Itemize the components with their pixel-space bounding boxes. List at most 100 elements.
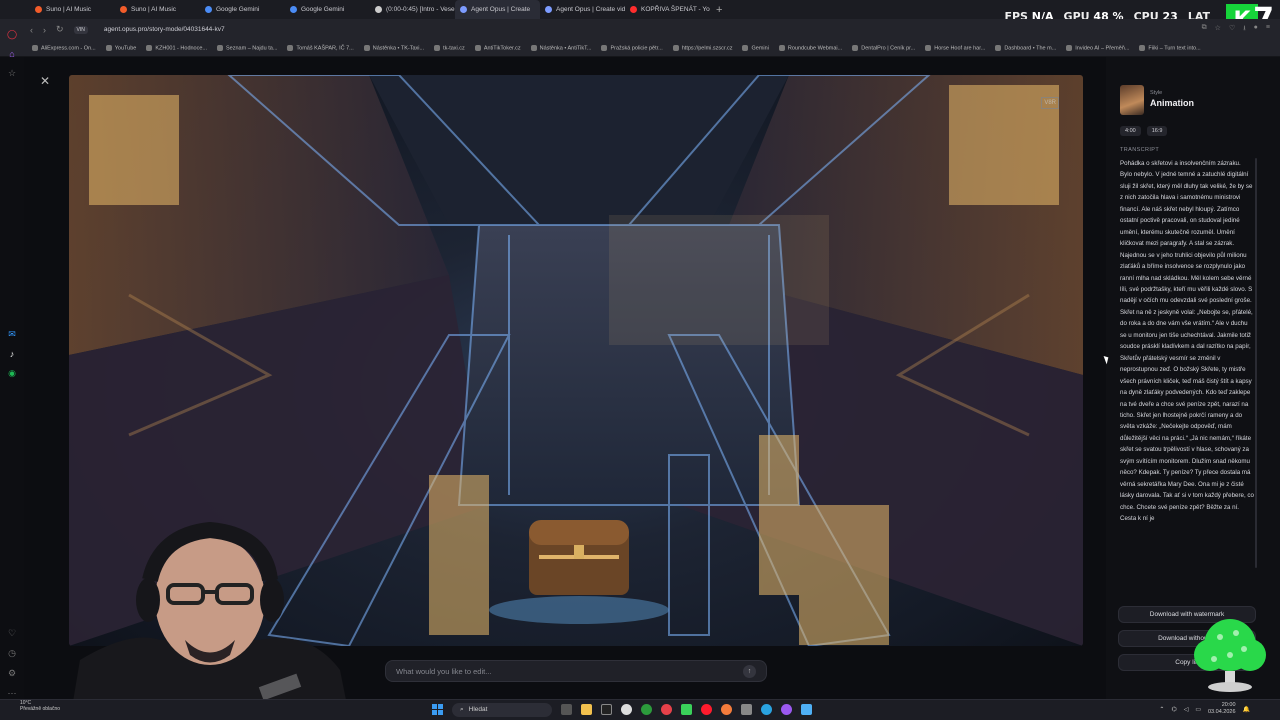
bookmark-item[interactable]: Dashboard • The m... [995, 45, 1056, 51]
browser-tab[interactable]: Google Gemini [200, 0, 285, 19]
app-icon[interactable] [721, 704, 732, 715]
bookmark-item[interactable]: DentalPro | Ceník pr... [852, 45, 915, 51]
style-thumbnail[interactable] [1120, 85, 1144, 115]
browser-toolbar: ⧉ ☆ ♡ ⭳ ● ≡ [1202, 24, 1280, 35]
bookmark-item[interactable]: Horse Hoof are har... [925, 45, 985, 51]
tab-favicon-icon [290, 6, 297, 13]
url-field[interactable]: agent.opus.pro/story-mode/04031644-kv7 [104, 26, 225, 33]
xbox-icon[interactable] [641, 704, 652, 715]
opera-icon[interactable]: ◯ [7, 29, 17, 40]
home-icon[interactable]: ⌂ [9, 49, 14, 59]
volume-icon[interactable]: ◁ [1184, 706, 1189, 713]
bookmark-item[interactable]: Invideo AI – Přeměň... [1066, 45, 1129, 51]
app-icon[interactable] [781, 704, 792, 715]
spotify-icon[interactable]: ◉ [8, 368, 16, 379]
webcam-overlay [70, 520, 350, 720]
heart-icon[interactable]: ♡ [8, 628, 16, 639]
app-icon[interactable] [661, 704, 672, 715]
bookmark-item[interactable]: Tomáš KAŠPAR, IČ 7... [287, 45, 353, 51]
bookmark-item[interactable]: https://pelmi.szscr.cz [673, 45, 733, 51]
bookmark-item[interactable]: Nástěnka • TK-Taxi... [364, 45, 424, 51]
transcript-text[interactable]: Pohádka o skřetovi a insolvenčním zázrak… [1120, 158, 1254, 575]
heart-icon[interactable]: ♡ [1229, 24, 1235, 35]
browser-tab[interactable]: KOPŘIVA ŠPENÁT - YouTu [625, 0, 710, 19]
aspect-ratio-chip[interactable]: 16:9 [1146, 126, 1168, 136]
star-icon[interactable]: ☆ [8, 68, 16, 79]
bookmark-item[interactable]: Nástěnka • AntiTikT... [531, 45, 592, 51]
settings-icon[interactable]: ⚙ [8, 668, 16, 679]
tab-favicon-icon [35, 6, 42, 13]
tab-favicon-icon [205, 6, 212, 13]
bookmark-item[interactable]: Roundcube Webmai... [779, 45, 842, 51]
network-icon[interactable]: ⌬ [1171, 706, 1176, 713]
close-icon[interactable]: ✕ [40, 74, 50, 88]
format-chips: 4:00 16:9 [1120, 126, 1168, 136]
file-explorer-icon[interactable] [581, 704, 592, 715]
reload-icon[interactable]: ↻ [56, 24, 64, 35]
browser-tab[interactable]: Agent Opus | Create vide [540, 0, 625, 19]
browser-tab[interactable]: Google Gemini [285, 0, 370, 19]
taskbar-apps: ⌕ Hledat [432, 699, 812, 720]
browser-tab[interactable]: Suno | AI Music [115, 0, 200, 19]
edit-prompt-placeholder: What would you like to edit... [396, 666, 492, 676]
menu-icon[interactable]: ≡ [1266, 24, 1270, 35]
windows-start-icon[interactable] [432, 704, 443, 715]
edit-prompt-input[interactable]: What would you like to edit... ↑ [385, 660, 767, 682]
tab-label: Google Gemini [216, 6, 260, 13]
notepad-icon[interactable] [801, 704, 812, 715]
bookmark-star-icon[interactable]: ☆ [1215, 24, 1221, 35]
more-icon[interactable]: ⋯ [8, 688, 17, 699]
tab-list: Suno | AI Music Suno | AI Music Google Gem… [30, 0, 710, 19]
browser-tab[interactable]: Agent Opus | Create [455, 0, 540, 19]
bookmark-item[interactable]: tk-taxi.cz [434, 45, 465, 51]
extensions-icon[interactable]: ⧉ [1202, 24, 1207, 35]
bookmark-item[interactable]: KZH001 - Hodnoce... [146, 45, 207, 51]
bookmark-item[interactable]: Gemini [742, 45, 768, 51]
new-tab-button[interactable]: + [710, 4, 728, 16]
weather-widget[interactable]: 10°C Převážně oblačno [20, 700, 60, 712]
tiktok-icon[interactable]: ♪ [10, 349, 15, 359]
transcript-scrollbar[interactable] [1255, 158, 1257, 568]
chatgpt-icon[interactable] [621, 704, 632, 715]
chevron-up-icon[interactable]: ⌃ [1159, 706, 1164, 713]
media-player-icon[interactable] [681, 704, 692, 715]
address-bar: ‹ › ↻ VIN agent.opus.pro/story-mode/0403… [0, 19, 1280, 40]
tab-label: KOPŘIVA ŠPENÁT - YouTu [641, 6, 710, 13]
decorative-tree-overlay [1194, 619, 1266, 692]
forward-icon[interactable]: › [43, 25, 46, 35]
video-watermark: V8R [1041, 97, 1059, 109]
bookmark-item[interactable]: AntiTikToker.cz [475, 45, 521, 51]
app-icon[interactable] [741, 704, 752, 715]
site-badge[interactable]: VIN [73, 25, 88, 34]
style-value[interactable]: Animation [1150, 98, 1194, 108]
profile-icon[interactable]: ● [1254, 24, 1258, 35]
messenger-icon[interactable]: ✉ [8, 329, 16, 340]
opera-browser-icon[interactable] [701, 704, 712, 715]
battery-icon[interactable]: ▭ [1195, 706, 1201, 713]
bookmark-item[interactable]: Fiiki – Turn text into... [1139, 45, 1200, 51]
tab-favicon-icon [545, 6, 552, 13]
tab-label: Suno | AI Music [131, 6, 177, 13]
history-icon[interactable]: ◷ [8, 648, 16, 659]
bookmark-item[interactable]: Seznam – Najdu ta... [217, 45, 277, 51]
tiktok-app-icon[interactable] [601, 704, 612, 715]
send-icon[interactable]: ↑ [743, 664, 756, 678]
tab-favicon-icon [630, 6, 637, 13]
notifications-icon[interactable]: 🔔 [1243, 706, 1250, 713]
clock[interactable]: 20:00 03.04.2026 [1208, 702, 1236, 716]
telegram-icon[interactable] [761, 704, 772, 715]
download-icon[interactable]: ⭳ [1243, 24, 1245, 35]
task-view-icon[interactable] [561, 704, 572, 715]
browser-tab[interactable]: Suno | AI Music [30, 0, 115, 19]
back-icon[interactable]: ‹ [30, 25, 33, 35]
duration-chip[interactable]: 4:00 [1120, 126, 1141, 136]
tab-label: Agent Opus | Create [471, 6, 531, 13]
bookmark-item[interactable]: AliExpress.com - On... [32, 45, 96, 51]
browser-tab[interactable]: (0:00-0:45) [Intro - Vesel] [370, 0, 455, 19]
tab-label: Google Gemini [301, 6, 345, 13]
bookmark-item[interactable]: Pražská policie pětr... [601, 45, 662, 51]
transcript-fade [1118, 560, 1258, 578]
taskbar-search[interactable]: ⌕ Hledat [452, 702, 552, 717]
tab-label: Agent Opus | Create vide [556, 6, 625, 13]
bookmark-item[interactable]: YouTube [106, 45, 137, 51]
